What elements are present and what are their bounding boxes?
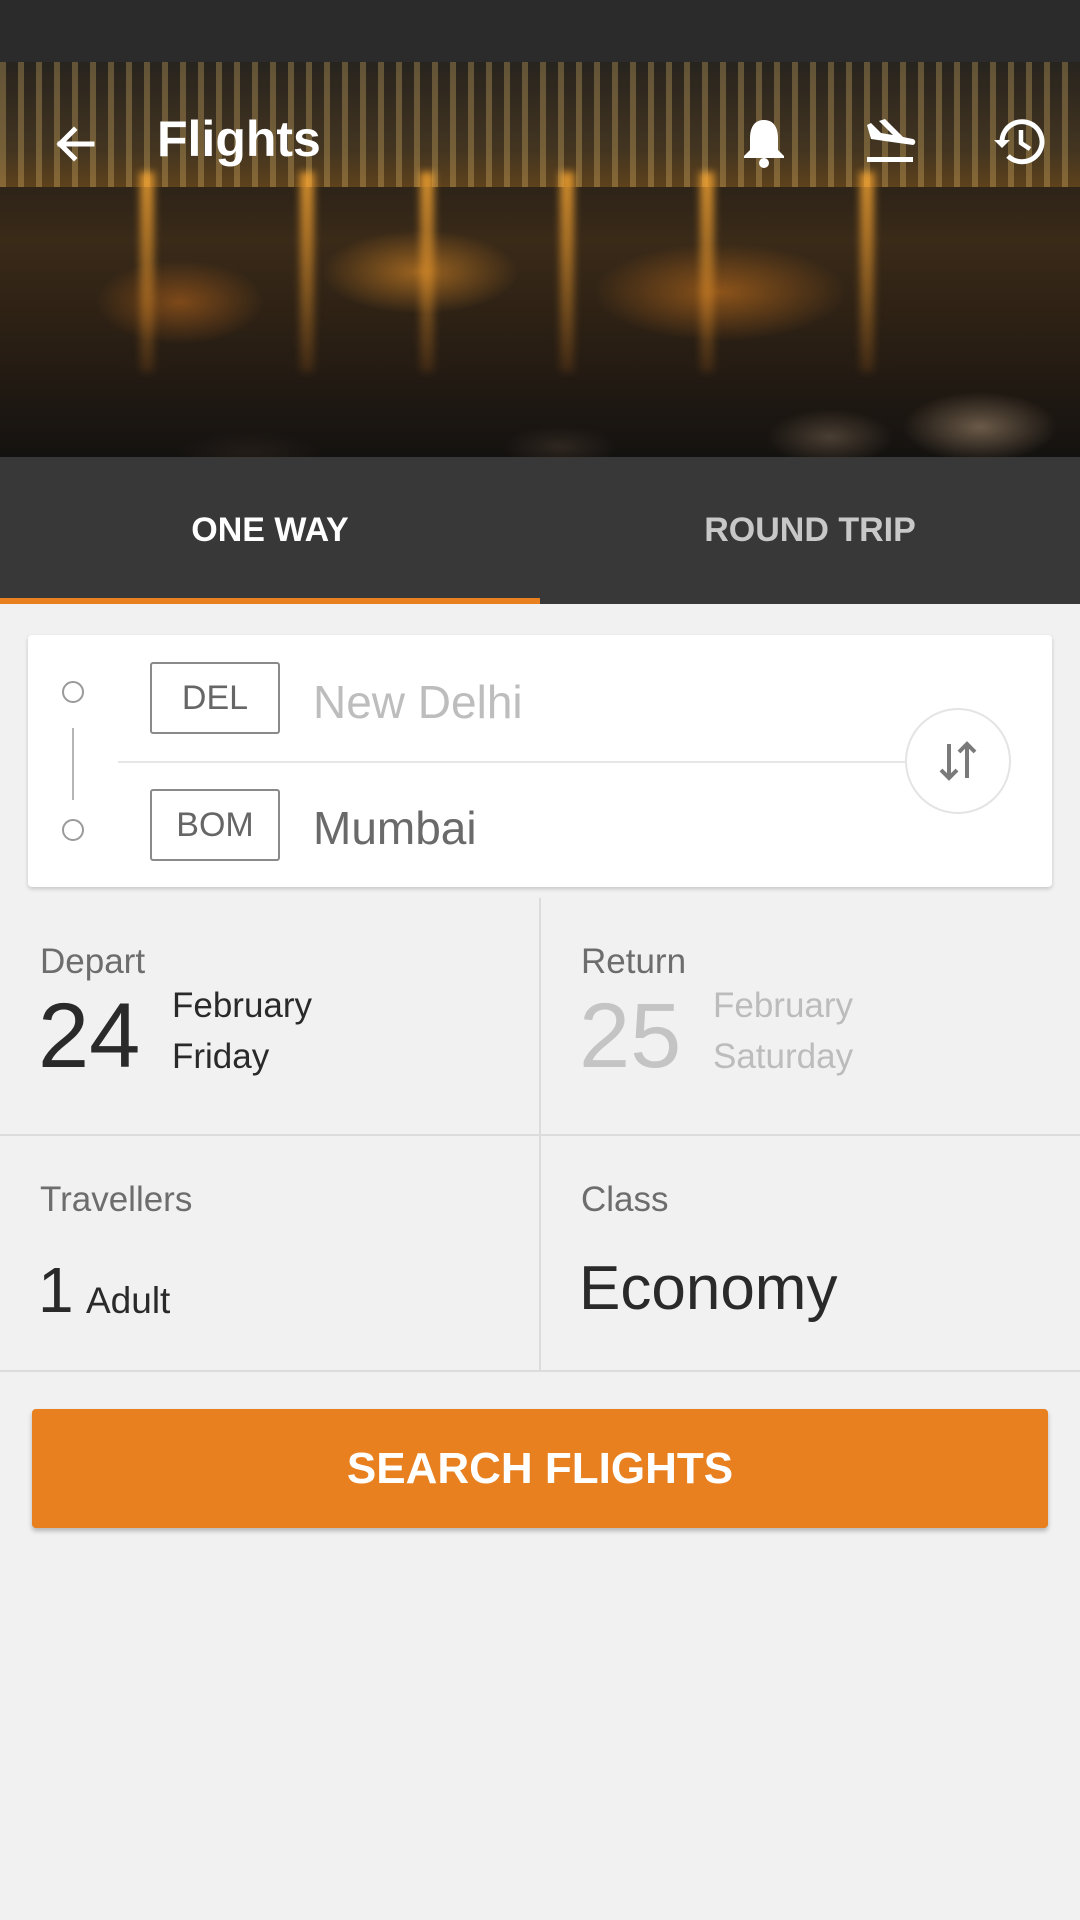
destination-city[interactable]: Mumbai — [313, 801, 477, 855]
page-title: Flights — [157, 111, 321, 167]
return-weekday: Saturday — [713, 1037, 854, 1076]
route-divider — [118, 761, 933, 763]
flight-land-icon — [867, 119, 916, 162]
bell-icon — [744, 120, 784, 168]
class-value: Economy — [579, 1254, 838, 1323]
depart-date-field[interactable]: Depart 24 February Friday — [0, 898, 540, 1134]
return-day: 25 — [579, 985, 682, 1087]
notifications-button[interactable] — [724, 102, 804, 182]
origin-city[interactable]: New Delhi — [313, 675, 523, 729]
return-date-field[interactable]: Return 25 February Saturday — [541, 898, 1080, 1134]
swap-vertical-icon — [939, 741, 977, 781]
status-bar — [0, 0, 1080, 62]
travellers-label: Travellers — [40, 1180, 193, 1219]
depart-month: February — [172, 986, 313, 1025]
depart-day: 24 — [38, 985, 141, 1087]
return-label: Return — [581, 942, 687, 981]
swap-button[interactable] — [905, 708, 1011, 814]
back-button[interactable] — [36, 106, 112, 182]
origin-dot — [62, 681, 84, 703]
arrow-left-icon — [56, 126, 95, 162]
route-line — [72, 728, 74, 800]
app-toolbar: Flights — [0, 62, 1080, 212]
travellers-count: 1 — [38, 1254, 74, 1326]
depart-weekday: Friday — [172, 1037, 270, 1076]
route-card: DEL New Delhi BOM Mumbai — [28, 635, 1052, 887]
rocks-foreground — [0, 367, 1080, 457]
flight-status-button[interactable] — [850, 102, 930, 182]
trip-type-tabs: ONE WAY ROUND TRIP — [0, 457, 1080, 604]
origin-code[interactable]: DEL — [150, 662, 280, 734]
destination-code[interactable]: BOM — [150, 789, 280, 861]
return-month: February — [713, 986, 854, 1025]
search-flights-button[interactable]: SEARCH FLIGHTS — [32, 1409, 1048, 1528]
travellers-field[interactable]: Travellers 1 Adult — [0, 1136, 540, 1372]
tab-round-trip[interactable]: ROUND TRIP — [540, 457, 1080, 604]
history-button[interactable] — [978, 102, 1058, 182]
depart-label: Depart — [40, 942, 146, 981]
class-label: Class — [581, 1180, 669, 1219]
destination-dot — [62, 819, 84, 841]
class-field[interactable]: Class Economy — [541, 1136, 1080, 1372]
history-icon — [994, 119, 1045, 165]
tab-one-way[interactable]: ONE WAY — [0, 457, 540, 604]
travellers-type: Adult — [86, 1280, 171, 1321]
